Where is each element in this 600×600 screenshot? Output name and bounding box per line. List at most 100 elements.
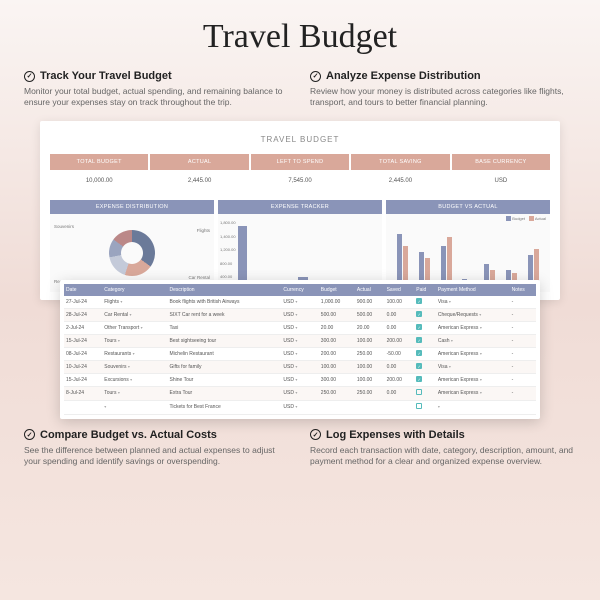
chevron-down-icon[interactable]: ▾ bbox=[295, 312, 297, 317]
cell: 0.00 bbox=[385, 360, 415, 373]
cell: 8-Jul-24 bbox=[64, 386, 102, 400]
feature-compare: ✓Compare Budget vs. Actual Costs See the… bbox=[24, 429, 290, 468]
chevron-down-icon[interactable]: ▾ bbox=[480, 351, 482, 356]
col-header: Actual bbox=[355, 284, 385, 296]
table-row: 27-Jul-24Flights ▾Book flights with Brit… bbox=[64, 296, 536, 309]
cell: ✓ bbox=[414, 347, 436, 360]
cell: USD ▾ bbox=[281, 321, 318, 334]
cell: Restaurants ▾ bbox=[102, 347, 167, 360]
cell: 27-Jul-24 bbox=[64, 296, 102, 309]
feature-text: Monitor your total budget, actual spendi… bbox=[24, 86, 290, 109]
checkbox-icon[interactable]: ✓ bbox=[416, 376, 422, 382]
chevron-down-icon[interactable]: ▾ bbox=[295, 299, 297, 304]
chevron-down-icon[interactable]: ▾ bbox=[118, 338, 120, 343]
chevron-down-icon[interactable]: ▾ bbox=[130, 377, 132, 382]
checkbox-icon[interactable]: ✓ bbox=[416, 350, 422, 356]
cell: 100.00 bbox=[355, 360, 385, 373]
chevron-down-icon[interactable]: ▾ bbox=[449, 364, 451, 369]
y-tick: 1,200.00 bbox=[220, 247, 236, 252]
cell: ✓ bbox=[414, 321, 436, 334]
chevron-down-icon[interactable]: ▾ bbox=[104, 404, 106, 409]
chevron-down-icon[interactable]: ▾ bbox=[295, 390, 297, 395]
table-row: 8-Jul-24Tours ▾Extra TourUSD ▾250.00250.… bbox=[64, 386, 536, 400]
cell: 15-Jul-24 bbox=[64, 373, 102, 386]
chevron-down-icon[interactable]: ▾ bbox=[128, 364, 130, 369]
chevron-down-icon[interactable]: ▾ bbox=[130, 312, 132, 317]
cell: Tickets for Best France bbox=[168, 400, 282, 414]
table-row: 15-Jul-24Tours ▾Best sightseeing tourUSD… bbox=[64, 334, 536, 347]
chart-header: EXPENSE TRACKER bbox=[218, 200, 382, 214]
feature-heading: Track Your Travel Budget bbox=[40, 70, 172, 82]
check-icon: ✓ bbox=[24, 71, 35, 82]
chevron-down-icon[interactable]: ▾ bbox=[449, 299, 451, 304]
cell: USD ▾ bbox=[281, 347, 318, 360]
checkbox-icon[interactable] bbox=[416, 389, 422, 395]
checkbox-icon[interactable]: ✓ bbox=[416, 311, 422, 317]
cell: SIXT Car rent for a week bbox=[168, 308, 282, 321]
chevron-down-icon[interactable]: ▾ bbox=[480, 390, 482, 395]
chevron-down-icon[interactable]: ▾ bbox=[295, 404, 297, 409]
chevron-down-icon[interactable]: ▾ bbox=[479, 312, 481, 317]
donut-label: Flights bbox=[197, 228, 210, 233]
chevron-down-icon[interactable]: ▾ bbox=[295, 377, 297, 382]
cell: American Express ▾ bbox=[436, 373, 510, 386]
cell: ▾ bbox=[436, 400, 510, 414]
cell: 200.00 bbox=[385, 373, 415, 386]
chevron-down-icon[interactable]: ▾ bbox=[295, 351, 297, 356]
mock-title: TRAVEL BUDGET bbox=[50, 129, 550, 154]
cell: 0.00 bbox=[385, 321, 415, 334]
chevron-down-icon[interactable]: ▾ bbox=[480, 325, 482, 330]
cell: 0.00 bbox=[385, 308, 415, 321]
checkbox-icon[interactable]: ✓ bbox=[416, 337, 422, 343]
features-top: ✓ Track Your Travel Budget Monitor your t… bbox=[24, 70, 576, 109]
cell: Extra Tour bbox=[168, 386, 282, 400]
table-row: 28-Jul-24Car Rental ▾SIXT Car rent for a… bbox=[64, 308, 536, 321]
chevron-down-icon[interactable]: ▾ bbox=[451, 338, 453, 343]
col-header: Payment Method bbox=[436, 284, 510, 296]
cell bbox=[64, 400, 102, 414]
donut-label: Souvenirs bbox=[54, 224, 74, 229]
check-icon: ✓ bbox=[24, 429, 35, 440]
cell: Shine Tour bbox=[168, 373, 282, 386]
cell: Taxi bbox=[168, 321, 282, 334]
chevron-down-icon[interactable]: ▾ bbox=[295, 338, 297, 343]
cell: 28-Jul-24 bbox=[64, 308, 102, 321]
chevron-down-icon[interactable]: ▾ bbox=[120, 299, 122, 304]
checkbox-icon[interactable]: ✓ bbox=[416, 324, 422, 330]
chevron-down-icon[interactable]: ▾ bbox=[480, 377, 482, 382]
cell: Tours ▾ bbox=[102, 386, 167, 400]
cell bbox=[319, 400, 355, 414]
checkbox-icon[interactable]: ✓ bbox=[416, 298, 422, 304]
check-icon: ✓ bbox=[310, 429, 321, 440]
summary-cell: LEFT TO SPEND7,545.00 bbox=[251, 154, 349, 192]
cell: 100.00 bbox=[319, 360, 355, 373]
cell: ▾ bbox=[102, 400, 167, 414]
feature-heading: Analyze Expense Distribution bbox=[326, 70, 481, 82]
table-row: 15-Jul-24Excursions ▾Shine TourUSD ▾300.… bbox=[64, 373, 536, 386]
cell: American Express ▾ bbox=[436, 321, 510, 334]
cell: Flights ▾ bbox=[102, 296, 167, 309]
cell: 250.00 bbox=[319, 386, 355, 400]
cell: Visa ▾ bbox=[436, 360, 510, 373]
summary-cell: ACTUAL2,445.00 bbox=[150, 154, 248, 192]
chevron-down-icon[interactable]: ▾ bbox=[295, 364, 297, 369]
chevron-down-icon[interactable]: ▾ bbox=[141, 325, 143, 330]
cell: Michelin Restaurant bbox=[168, 347, 282, 360]
cell bbox=[510, 400, 536, 414]
cell: 1,000.00 bbox=[319, 296, 355, 309]
cell: 900.00 bbox=[355, 296, 385, 309]
checkbox-icon[interactable] bbox=[416, 403, 422, 409]
y-tick: 800.00 bbox=[220, 261, 236, 266]
cell: ✓ bbox=[414, 308, 436, 321]
expense-table: DateCategoryDescriptionCurrencyBudgetAct… bbox=[64, 284, 536, 415]
chevron-down-icon[interactable]: ▾ bbox=[295, 325, 297, 330]
chevron-down-icon[interactable]: ▾ bbox=[118, 390, 120, 395]
checkbox-icon[interactable]: ✓ bbox=[416, 363, 422, 369]
cell: 300.00 bbox=[319, 334, 355, 347]
chevron-down-icon[interactable]: ▾ bbox=[133, 351, 135, 356]
col-header: Notes bbox=[510, 284, 536, 296]
cell: USD ▾ bbox=[281, 360, 318, 373]
cell: - bbox=[510, 347, 536, 360]
chevron-down-icon[interactable]: ▾ bbox=[438, 404, 440, 409]
bar bbox=[238, 226, 247, 288]
